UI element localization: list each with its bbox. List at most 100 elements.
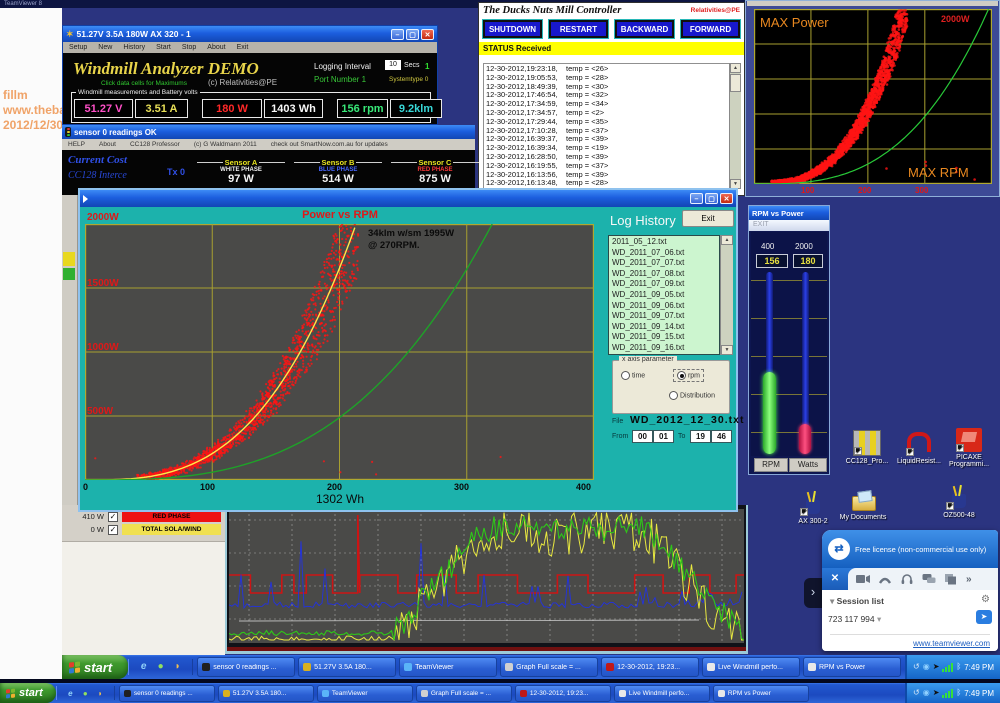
quick-launch-icon[interactable]: e xyxy=(137,660,150,673)
scroll-up-icon[interactable]: ▲ xyxy=(730,63,741,73)
video-call-icon[interactable] xyxy=(856,573,870,585)
mill-command-button[interactable]: FORWARD xyxy=(681,20,740,38)
taskbar-task-button[interactable]: Graph Full scale = ... xyxy=(500,657,598,677)
bluetooth-icon[interactable]: ᛒ xyxy=(956,689,961,697)
menu-item[interactable]: Setup xyxy=(69,44,87,51)
teamviewer-flap[interactable]: › xyxy=(804,578,822,608)
taskbar-task-button[interactable]: RPM vs Power xyxy=(713,685,809,702)
radio-time[interactable]: time xyxy=(621,371,645,380)
quick-launch-icon[interactable]: e xyxy=(65,688,76,699)
log-file-item[interactable]: WD_2011_09_15.txt xyxy=(612,332,716,343)
log-file-item[interactable]: WD_2011_09_06.txt xyxy=(612,301,716,312)
rpm-cell[interactable]: 156 rpm xyxy=(337,99,388,118)
menu-item[interactable]: check out SmartNow.com.au for updates xyxy=(271,141,388,148)
log-history-list[interactable]: 2011_05_12.txtWD_2011_07_06.txtWD_2011_0… xyxy=(608,235,720,355)
taskbar-task-button[interactable]: 51.27V 3.5A 180... xyxy=(218,685,314,702)
radio-rpm[interactable]: rpm xyxy=(673,369,704,382)
watthours-cell[interactable]: 1403 Wh xyxy=(264,99,323,118)
hide-icons-icon[interactable]: ↺ xyxy=(913,689,920,697)
menu-item[interactable]: About xyxy=(207,44,225,51)
network-signal-icon[interactable] xyxy=(942,663,953,672)
taskbar-task-button[interactable]: Live Windmill perfo... xyxy=(614,685,710,702)
to-hour-input[interactable]: 19 xyxy=(690,430,711,443)
taskbar-task-button[interactable]: sensor 0 readings ... xyxy=(197,657,295,677)
mill-command-button[interactable]: SHUTDOWN xyxy=(483,20,542,38)
taskbar-task-button[interactable]: 12-30-2012, 19:23... xyxy=(601,657,699,677)
taskbar-task-button[interactable]: TeamViewer xyxy=(399,657,497,677)
session-id[interactable]: 723 117 994 ▾ xyxy=(828,614,881,625)
from-min-input[interactable]: 01 xyxy=(653,430,674,443)
log-history-scrollbar[interactable]: ▲ ▼ xyxy=(720,235,733,355)
taskbar-task-button[interactable]: sensor 0 readings ... xyxy=(119,685,215,702)
scroll-thumb[interactable] xyxy=(730,74,741,92)
menu-item[interactable]: Stop xyxy=(182,44,196,51)
close-button[interactable]: ✕ xyxy=(421,29,434,40)
klm-cell[interactable]: 9.2klm xyxy=(390,99,442,118)
desktop-icon-my-documents[interactable]: My Documents xyxy=(832,488,894,521)
network-signal-icon[interactable] xyxy=(942,689,953,698)
maximize-button[interactable]: ▢ xyxy=(705,193,718,204)
watts-cell[interactable]: 180 W xyxy=(202,99,262,118)
start-button[interactable]: start xyxy=(0,683,56,703)
taskbar-task-button[interactable]: Live Windmill perfo... xyxy=(702,657,800,677)
quick-launch-icon[interactable]: ◗ xyxy=(171,660,184,673)
log-file-item[interactable]: WD_2011_07_07.txt xyxy=(612,258,716,269)
log-file-item[interactable]: WD_2011_07_06.txt xyxy=(612,248,716,259)
from-hour-input[interactable]: 00 xyxy=(632,430,653,443)
mill-command-button[interactable]: BACKWARD xyxy=(615,20,674,38)
minimize-button[interactable]: – xyxy=(690,193,703,204)
phone-icon[interactable] xyxy=(878,573,892,585)
taskbar-task-button[interactable]: 12-30-2012, 19:23... xyxy=(515,685,611,702)
hide-icons-icon[interactable]: ↺ xyxy=(913,663,920,671)
menu-item[interactable]: Start xyxy=(156,44,171,51)
analyzer-titlebar[interactable]: ✶ 51.27V 3.5A 180W AX 320 - 1 – ▢ ✕ xyxy=(63,26,437,42)
scroll-down-icon[interactable]: ▼ xyxy=(721,345,733,355)
taskbar-task-button[interactable]: Graph Full scale = ... xyxy=(416,685,512,702)
logging-interval-input[interactable]: 10 xyxy=(385,60,401,70)
log-file-item[interactable]: WD_2011_09_14.txt xyxy=(612,322,716,333)
exit-button[interactable]: Exit xyxy=(682,210,734,227)
log-file-item[interactable]: WD_2011_09_16.txt xyxy=(612,343,716,354)
file-transfer-icon[interactable] xyxy=(944,573,958,585)
mill-command-button[interactable]: RESTART xyxy=(549,20,608,38)
chat-icon[interactable] xyxy=(922,573,936,585)
legend-checkbox[interactable]: ✓ xyxy=(108,512,118,522)
log-file-item[interactable]: WD_2011_09_05.txt xyxy=(612,290,716,301)
quick-launch-icon[interactable]: ◗ xyxy=(95,688,106,699)
menu-item[interactable]: History xyxy=(123,44,145,51)
log-file-item[interactable]: WD_2011_09_07.txt xyxy=(612,311,716,322)
mill-log-row[interactable]: 12-30-2012,16:13:48, temp = <28> xyxy=(486,179,728,188)
log-file-item[interactable]: 2011_05_12.txt xyxy=(612,237,716,248)
menu-item[interactable]: CC128 Professor xyxy=(130,141,180,148)
legend-checkbox[interactable]: ✓ xyxy=(108,525,118,535)
teamviewer-tray-icon[interactable]: ◉ xyxy=(923,663,930,671)
scroll-up-icon[interactable]: ▲ xyxy=(721,235,733,245)
amps-cell[interactable]: 3.51 A xyxy=(135,99,188,118)
exit-menu-item[interactable]: EXIT xyxy=(753,221,769,228)
menu-item[interactable]: HELP xyxy=(68,141,85,148)
to-min-input[interactable]: 46 xyxy=(711,430,732,443)
mill-log-list[interactable]: 12-30-2012,19:23:18, temp = <26> 12-30-2… xyxy=(483,63,731,189)
mill-log-scrollbar[interactable]: ▲ ▼ xyxy=(729,63,741,189)
log-file-item[interactable]: WD_2011_07_09.txt xyxy=(612,279,716,290)
quick-launch-icon[interactable]: ● xyxy=(80,688,91,699)
radio-distribution[interactable]: Distribution xyxy=(669,391,715,400)
menu-item[interactable]: About xyxy=(99,141,116,148)
menu-item[interactable]: New xyxy=(98,44,112,51)
bluetooth-icon[interactable]: ᛒ xyxy=(956,663,961,671)
quick-launch-icon[interactable]: ● xyxy=(154,660,167,673)
menu-item[interactable]: (c) G Waldmann 2011 xyxy=(194,141,257,148)
headset-icon[interactable] xyxy=(900,573,914,585)
connect-button[interactable]: ➤ xyxy=(976,610,992,624)
teamviewer-tray-icon[interactable]: ◉ xyxy=(923,689,930,697)
teamviewer-link[interactable]: www.teamviewer.com xyxy=(913,639,990,648)
maximize-button[interactable]: ▢ xyxy=(406,29,419,40)
desktop-icon-oz500[interactable]: ◤ OZ500-48 xyxy=(928,486,990,519)
taskbar-task-button[interactable]: 51.27V 3.5A 180... xyxy=(298,657,396,677)
taskbar-task-button[interactable]: TeamViewer xyxy=(317,685,413,702)
main-titlebar[interactable]: – ▢ ✕ xyxy=(80,190,736,207)
log-file-item[interactable]: WD_2011_07_08.txt xyxy=(612,269,716,280)
desktop-icon-picaxe[interactable]: ◤ PICAXE Programmi... xyxy=(938,428,1000,468)
rpm-window-titlebar[interactable]: RPM vs Power xyxy=(749,206,829,220)
legend-bar[interactable]: RED PHASE xyxy=(122,511,221,522)
